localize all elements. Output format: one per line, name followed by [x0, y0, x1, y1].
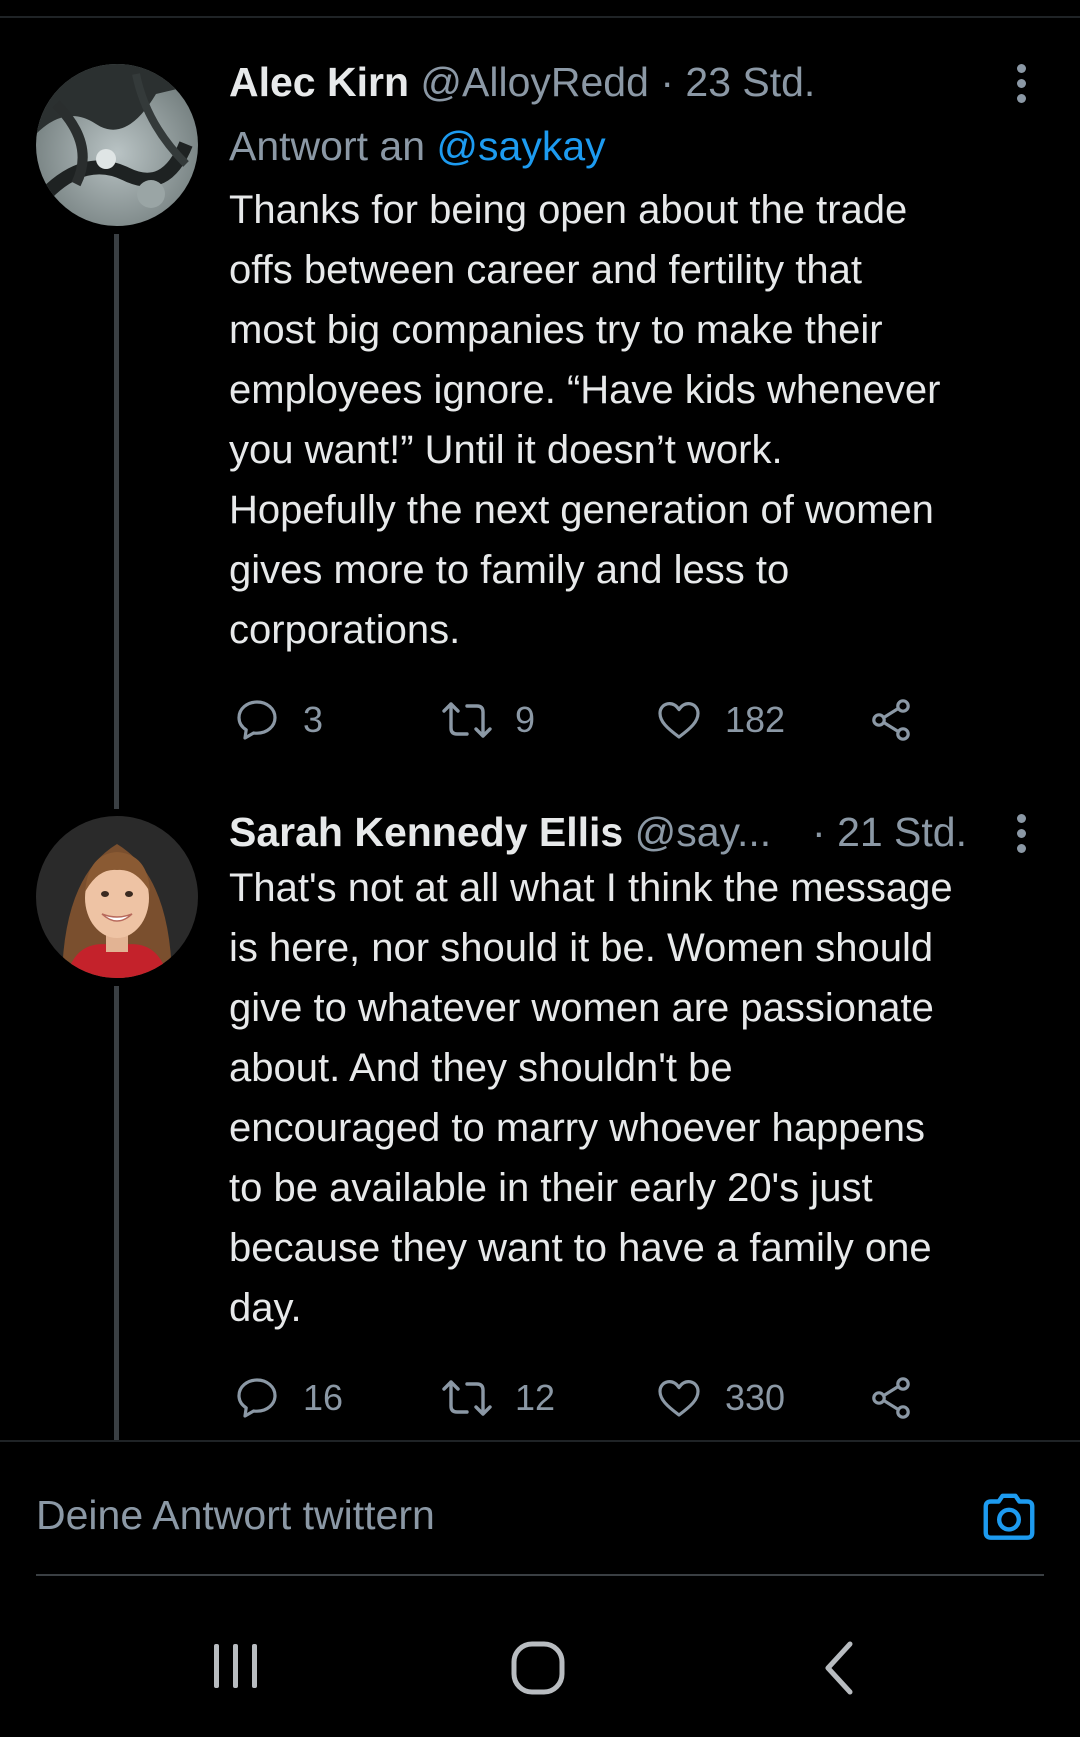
home-icon[interactable] — [510, 1640, 566, 1701]
compose-divider — [0, 1440, 1080, 1442]
avatar[interactable] — [36, 816, 198, 978]
like-count: 330 — [725, 1377, 786, 1418]
separator: · — [660, 59, 674, 105]
reply-prefix: Antwort an — [229, 123, 425, 169]
recent-apps-glyph — [214, 1644, 257, 1688]
reply-icon — [237, 700, 277, 740]
share-icon — [872, 1377, 910, 1419]
reply-compose-bar[interactable]: Deine Antwort twittern — [36, 1468, 1044, 1576]
retweet-icon — [442, 702, 492, 738]
heart-icon — [658, 1380, 700, 1417]
recent-apps-icon[interactable] — [210, 1640, 262, 1697]
tweet-actions: 16 12 330 — [229, 1368, 929, 1428]
more-vertical-icon[interactable] — [1014, 64, 1028, 109]
like-count: 182 — [725, 699, 786, 740]
heart-icon — [658, 702, 700, 739]
camera-icon — [983, 1493, 1035, 1540]
timestamp[interactable]: 21 Std. — [837, 809, 967, 855]
tweet-header: Alec Kirn @AlloyRedd · 23 Std. — [229, 56, 1049, 108]
tweet-header: Sarah Kennedy Ellis @say... · 21 Std. — [229, 806, 1049, 858]
retweet-button[interactable]: 9 — [441, 690, 535, 750]
display-name[interactable]: Sarah Kennedy Ellis — [229, 809, 623, 855]
system-navigation-bar — [0, 1600, 1080, 1737]
retweet-count: 12 — [515, 1377, 556, 1418]
avatar-photo — [36, 64, 198, 226]
reply-button[interactable]: 16 — [233, 1368, 343, 1428]
reply-input[interactable]: Deine Antwort twittern — [36, 1492, 435, 1539]
share-button[interactable] — [867, 690, 915, 750]
back-glyph — [825, 1641, 853, 1695]
share-icon — [872, 699, 910, 741]
handle[interactable]: @say... — [635, 809, 772, 855]
avatar-photo — [36, 816, 198, 978]
retweet-icon — [442, 1380, 492, 1416]
thread-line — [114, 234, 119, 809]
reply-count: 16 — [303, 1377, 344, 1418]
avatar[interactable] — [36, 64, 198, 226]
tweet-text: That's not at all what I think the messa… — [229, 866, 953, 1330]
reply-to-line: Antwort an @saykay — [229, 120, 1049, 172]
camera-button[interactable] — [978, 1486, 1040, 1553]
like-button[interactable]: 330 — [655, 1368, 785, 1428]
back-icon[interactable] — [820, 1640, 860, 1701]
more-vertical-icon[interactable] — [1014, 814, 1028, 859]
reply-count: 3 — [303, 699, 324, 740]
tweet-text: Thanks for being open about the trade of… — [229, 188, 941, 652]
reply-mention-link[interactable]: @saykay — [436, 123, 605, 169]
tweet-content: Alec Kirn @AlloyRedd · 23 Std. Antwort a… — [229, 56, 1049, 660]
home-glyph — [511, 1641, 565, 1695]
timestamp[interactable]: 23 Std. — [685, 59, 815, 105]
tweet-actions: 3 9 182 — [229, 690, 929, 750]
tweet-content: Sarah Kennedy Ellis @say... · 21 Std. Th… — [229, 806, 1049, 1338]
like-button[interactable]: 182 — [655, 690, 785, 750]
retweet-count: 9 — [515, 699, 536, 740]
thread-line — [114, 986, 119, 1440]
display-name[interactable]: Alec Kirn — [229, 59, 409, 105]
handle[interactable]: @AlloyRedd — [420, 59, 649, 105]
separator: · — [812, 809, 826, 855]
top-divider — [0, 16, 1080, 18]
retweet-button[interactable]: 12 — [441, 1368, 555, 1428]
share-button[interactable] — [867, 1368, 915, 1428]
reply-button[interactable]: 3 — [233, 690, 323, 750]
reply-icon — [237, 1378, 277, 1418]
